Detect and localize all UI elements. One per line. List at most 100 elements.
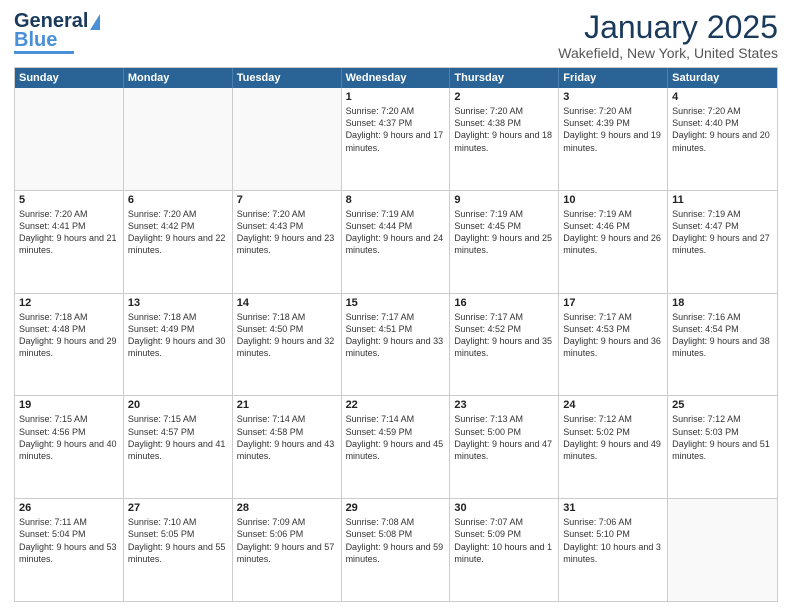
calendar-header: SundayMondayTuesdayWednesdayThursdayFrid… (15, 68, 777, 88)
weekday-header: Tuesday (233, 68, 342, 88)
calendar-cell: 25Sunrise: 7:12 AM Sunset: 5:03 PM Dayli… (668, 396, 777, 498)
cell-info: Sunrise: 7:20 AM Sunset: 4:43 PM Dayligh… (237, 208, 337, 257)
day-number: 12 (19, 297, 119, 309)
location: Wakefield, New York, United States (558, 45, 778, 61)
day-number: 27 (128, 502, 228, 514)
cell-info: Sunrise: 7:20 AM Sunset: 4:42 PM Dayligh… (128, 208, 228, 257)
day-number: 20 (128, 399, 228, 411)
cell-info: Sunrise: 7:14 AM Sunset: 4:58 PM Dayligh… (237, 413, 337, 462)
day-number: 10 (563, 194, 663, 206)
calendar-cell: 31 Sunrise: 7:06 AM Sunset: 5:10 PM Dayli… (559, 499, 668, 601)
cell-info: Sunrise: 7:20 AM Sunset: 4:41 PM Dayligh… (19, 208, 119, 257)
calendar-cell: 15Sunrise: 7:17 AM Sunset: 4:51 PM Dayli… (342, 294, 451, 396)
cell-info: Sunrise: 7:20 AM Sunset: 4:39 PM Dayligh… (563, 105, 663, 154)
calendar-cell (124, 88, 233, 190)
calendar-cell (15, 88, 124, 190)
calendar-cell: 28 Sunrise: 7:09 AM Sunset: 5:06 PM Dayli… (233, 499, 342, 601)
calendar-cell: 18 Sunrise: 7:16 AM Sunset: 4:54 PM Dayli… (668, 294, 777, 396)
weekday-header: Thursday (450, 68, 559, 88)
cell-info: Sunrise: 7:15 AM Sunset: 4:56 PM Dayligh… (19, 413, 119, 462)
cell-info: Sunrise: 7:17 AM Sunset: 4:51 PM Dayligh… (346, 311, 446, 360)
calendar-cell: 3 Sunrise: 7:20 AM Sunset: 4:39 PM Daylig… (559, 88, 668, 190)
calendar-cell: 4 Sunrise: 7:20 AM Sunset: 4:40 PM Daylig… (668, 88, 777, 190)
day-number: 3 (563, 91, 663, 103)
day-number: 2 (454, 91, 554, 103)
calendar-cell: 11 Sunrise: 7:19 AM Sunset: 4:47 PM Dayli… (668, 191, 777, 293)
day-number: 13 (128, 297, 228, 309)
cell-info: Sunrise: 7:15 AM Sunset: 4:57 PM Dayligh… (128, 413, 228, 462)
title-area: January 2025 Wakefield, New York, United… (558, 10, 778, 61)
month-title: January 2025 (558, 10, 778, 45)
cell-info: Sunrise: 7:18 AM Sunset: 4:50 PM Dayligh… (237, 311, 337, 360)
day-number: 14 (237, 297, 337, 309)
header: General Blue January 2025 Wakefield, New… (14, 10, 778, 61)
calendar-cell: 19 Sunrise: 7:15 AM Sunset: 4:56 PM Dayli… (15, 396, 124, 498)
calendar-cell: 27Sunrise: 7:10 AM Sunset: 5:05 PM Dayli… (124, 499, 233, 601)
calendar-cell: 13Sunrise: 7:18 AM Sunset: 4:49 PM Dayli… (124, 294, 233, 396)
day-number: 23 (454, 399, 554, 411)
weekday-header: Friday (559, 68, 668, 88)
cell-info: Sunrise: 7:19 AM Sunset: 4:46 PM Dayligh… (563, 208, 663, 257)
day-number: 9 (454, 194, 554, 206)
day-number: 5 (19, 194, 119, 206)
calendar-row: 1 Sunrise: 7:20 AM Sunset: 4:37 PM Daylig… (15, 88, 777, 190)
calendar-row: 5 Sunrise: 7:20 AM Sunset: 4:41 PM Daylig… (15, 190, 777, 293)
day-number: 19 (19, 399, 119, 411)
day-number: 1 (346, 91, 446, 103)
day-number: 30 (454, 502, 554, 514)
calendar-cell: 17 Sunrise: 7:17 AM Sunset: 4:53 PM Dayli… (559, 294, 668, 396)
cell-info: Sunrise: 7:17 AM Sunset: 4:52 PM Dayligh… (454, 311, 554, 360)
calendar-row: 12Sunrise: 7:18 AM Sunset: 4:48 PM Dayli… (15, 293, 777, 396)
calendar-cell: 12Sunrise: 7:18 AM Sunset: 4:48 PM Dayli… (15, 294, 124, 396)
calendar-cell: 21 Sunrise: 7:14 AM Sunset: 4:58 PM Dayli… (233, 396, 342, 498)
day-number: 4 (672, 91, 773, 103)
calendar-cell (668, 499, 777, 601)
day-number: 17 (563, 297, 663, 309)
cell-info: Sunrise: 7:19 AM Sunset: 4:44 PM Dayligh… (346, 208, 446, 257)
cell-info: Sunrise: 7:16 AM Sunset: 4:54 PM Dayligh… (672, 311, 773, 360)
cell-info: Sunrise: 7:19 AM Sunset: 4:47 PM Dayligh… (672, 208, 773, 257)
calendar-cell: 10 Sunrise: 7:19 AM Sunset: 4:46 PM Dayli… (559, 191, 668, 293)
calendar-cell: 8 Sunrise: 7:19 AM Sunset: 4:44 PM Daylig… (342, 191, 451, 293)
calendar-cell: 14 Sunrise: 7:18 AM Sunset: 4:50 PM Dayli… (233, 294, 342, 396)
day-number: 8 (346, 194, 446, 206)
calendar-cell: 16 Sunrise: 7:17 AM Sunset: 4:52 PM Dayli… (450, 294, 559, 396)
cell-info: Sunrise: 7:14 AM Sunset: 4:59 PM Dayligh… (346, 413, 446, 462)
cell-info: Sunrise: 7:20 AM Sunset: 4:37 PM Dayligh… (346, 105, 446, 154)
weekday-header: Saturday (668, 68, 777, 88)
cell-info: Sunrise: 7:06 AM Sunset: 5:10 PM Dayligh… (563, 516, 663, 565)
cell-info: Sunrise: 7:11 AM Sunset: 5:04 PM Dayligh… (19, 516, 119, 565)
cell-info: Sunrise: 7:20 AM Sunset: 4:38 PM Dayligh… (454, 105, 554, 154)
cell-info: Sunrise: 7:19 AM Sunset: 4:45 PM Dayligh… (454, 208, 554, 257)
cell-info: Sunrise: 7:08 AM Sunset: 5:08 PM Dayligh… (346, 516, 446, 565)
page: General Blue January 2025 Wakefield, New… (0, 0, 792, 612)
calendar-row: 19 Sunrise: 7:15 AM Sunset: 4:56 PM Dayli… (15, 395, 777, 498)
logo-underline (14, 51, 74, 54)
calendar-cell: 5 Sunrise: 7:20 AM Sunset: 4:41 PM Daylig… (15, 191, 124, 293)
cell-info: Sunrise: 7:07 AM Sunset: 5:09 PM Dayligh… (454, 516, 554, 565)
cell-info: Sunrise: 7:20 AM Sunset: 4:40 PM Dayligh… (672, 105, 773, 154)
day-number: 11 (672, 194, 773, 206)
cell-info: Sunrise: 7:09 AM Sunset: 5:06 PM Dayligh… (237, 516, 337, 565)
day-number: 31 (563, 502, 663, 514)
logo-blue: Blue (14, 31, 57, 49)
day-number: 25 (672, 399, 773, 411)
calendar: SundayMondayTuesdayWednesdayThursdayFrid… (14, 67, 778, 602)
day-number: 29 (346, 502, 446, 514)
cell-info: Sunrise: 7:17 AM Sunset: 4:53 PM Dayligh… (563, 311, 663, 360)
day-number: 18 (672, 297, 773, 309)
day-number: 6 (128, 194, 228, 206)
day-number: 7 (237, 194, 337, 206)
calendar-cell: 9 Sunrise: 7:19 AM Sunset: 4:45 PM Daylig… (450, 191, 559, 293)
day-number: 21 (237, 399, 337, 411)
day-number: 16 (454, 297, 554, 309)
calendar-cell: 22 Sunrise: 7:14 AM Sunset: 4:59 PM Dayli… (342, 396, 451, 498)
day-number: 22 (346, 399, 446, 411)
day-number: 26 (19, 502, 119, 514)
cell-info: Sunrise: 7:12 AM Sunset: 5:02 PM Dayligh… (563, 413, 663, 462)
calendar-cell: 2 Sunrise: 7:20 AM Sunset: 4:38 PM Daylig… (450, 88, 559, 190)
calendar-cell: 7 Sunrise: 7:20 AM Sunset: 4:43 PM Daylig… (233, 191, 342, 293)
cell-info: Sunrise: 7:13 AM Sunset: 5:00 PM Dayligh… (454, 413, 554, 462)
calendar-row: 26 Sunrise: 7:11 AM Sunset: 5:04 PM Dayli… (15, 498, 777, 601)
day-number: 28 (237, 502, 337, 514)
